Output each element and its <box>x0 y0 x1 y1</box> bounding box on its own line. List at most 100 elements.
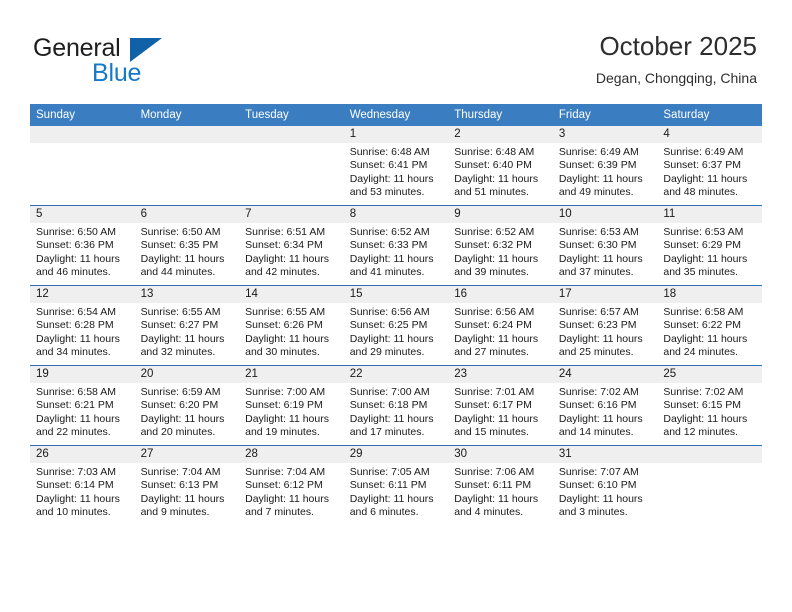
calendar-cell-day-2[interactable]: 2 Sunrise: 6:48 AM Sunset: 6:40 PM Daylight… <box>448 126 553 206</box>
sunset-text: Sunset: 6:34 PM <box>245 239 323 252</box>
calendar-cell-empty[interactable] <box>657 445 762 525</box>
calendar-week-row: 1 Sunrise: 6:48 AM Sunset: 6:41 PM Daylight… <box>30 126 762 206</box>
calendar-body: 1 Sunrise: 6:48 AM Sunset: 6:41 PM Daylight… <box>30 126 762 525</box>
calendar-cell-day-17[interactable]: 17 Sunrise: 6:57 AM Sunset: 6:23 PM Dayligh… <box>552 285 658 366</box>
calendar-cell-day-19[interactable]: 19 Sunrise: 6:58 AM Sunset: 6:21 PM Dayligh… <box>30 365 135 446</box>
calendar-cell-day-7[interactable]: 7 Sunrise: 6:51 AM Sunset: 6:34 PM Daylight… <box>239 205 344 286</box>
sunset-text: Sunset: 6:18 PM <box>349 399 428 412</box>
daylight-text-line1: Daylight: 11 hours <box>663 172 748 185</box>
day-cell: 20 Sunrise: 6:59 AM Sunset: 6:20 PM Dayligh… <box>134 366 240 445</box>
sunrise-text: Sunrise: 7:02 AM <box>558 386 639 398</box>
calendar-header-row: Sunday Monday Tuesday Wednesday Thursday… <box>30 104 762 126</box>
day-sun-info: Sunrise: 7:01 AM Sunset: 6:17 PM Daylight:… <box>448 383 553 440</box>
calendar-cell-day-9[interactable]: 9 Sunrise: 6:52 AM Sunset: 6:32 PM Daylight… <box>448 205 553 286</box>
sunset-text: Sunset: 6:24 PM <box>454 319 532 332</box>
sunrise-text: Sunrise: 6:50 AM <box>36 226 116 238</box>
sunset-text: Sunset: 6:28 PM <box>36 319 114 332</box>
daylight-text-line2: and 10 minutes. <box>36 506 111 519</box>
sunset-text: Sunset: 6:21 PM <box>36 399 114 412</box>
calendar-cell-day-14[interactable]: 14 Sunrise: 6:55 AM Sunset: 6:26 PM Dayligh… <box>239 285 344 366</box>
day-number: 17 <box>552 286 658 303</box>
calendar-cell-day-12[interactable]: 12 Sunrise: 6:54 AM Sunset: 6:28 PM Dayligh… <box>30 285 135 366</box>
calendar-cell-day-8[interactable]: 8 Sunrise: 6:52 AM Sunset: 6:33 PM Daylight… <box>343 205 449 286</box>
day-cell: 18 Sunrise: 6:58 AM Sunset: 6:22 PM Dayligh… <box>657 286 762 365</box>
calendar-cell-day-15[interactable]: 15 Sunrise: 6:56 AM Sunset: 6:25 PM Dayligh… <box>343 285 449 366</box>
day-cell: 28 Sunrise: 7:04 AM Sunset: 6:12 PM Dayligh… <box>239 446 344 525</box>
calendar-cell-day-16[interactable]: 16 Sunrise: 6:56 AM Sunset: 6:24 PM Dayligh… <box>448 285 553 366</box>
day-sun-info: Sunrise: 6:48 AM Sunset: 6:41 PM Daylight:… <box>344 143 449 200</box>
calendar-cell-day-3[interactable]: 3 Sunrise: 6:49 AM Sunset: 6:39 PM Daylight… <box>552 126 658 206</box>
sunrise-text: Sunrise: 6:51 AM <box>245 226 326 238</box>
daylight-text-line1: Daylight: 11 hours <box>663 332 748 345</box>
calendar-cell-day-30[interactable]: 30 Sunrise: 7:06 AM Sunset: 6:11 PM Dayligh… <box>448 445 553 525</box>
calendar-cell-day-21[interactable]: 21 Sunrise: 7:00 AM Sunset: 6:19 PM Dayligh… <box>239 365 344 446</box>
calendar-cell-day-13[interactable]: 13 Sunrise: 6:55 AM Sunset: 6:27 PM Dayligh… <box>134 285 240 366</box>
calendar-cell-day-10[interactable]: 10 Sunrise: 6:53 AM Sunset: 6:30 PM Dayligh… <box>552 205 658 286</box>
daylight-text-line2: and 6 minutes. <box>349 506 419 519</box>
day-number: 25 <box>657 366 762 383</box>
calendar-cell-day-20[interactable]: 20 Sunrise: 6:59 AM Sunset: 6:20 PM Dayligh… <box>134 365 240 446</box>
day-sun-info: Sunrise: 6:56 AM Sunset: 6:25 PM Daylight:… <box>344 303 449 360</box>
sunrise-text: Sunrise: 7:07 AM <box>558 466 639 478</box>
daylight-text-line2: and 27 minutes. <box>454 346 529 359</box>
daylight-text-line2: and 49 minutes. <box>558 186 634 199</box>
sunrise-text: Sunrise: 7:04 AM <box>140 466 221 478</box>
calendar-cell-day-11[interactable]: 11 Sunrise: 6:53 AM Sunset: 6:29 PM Dayligh… <box>657 205 762 286</box>
calendar-cell-day-31[interactable]: 31 Sunrise: 7:07 AM Sunset: 6:10 PM Dayligh… <box>552 445 658 525</box>
daylight-text-line1: Daylight: 11 hours <box>36 332 120 345</box>
calendar-cell-day-29[interactable]: 29 Sunrise: 7:05 AM Sunset: 6:11 PM Dayligh… <box>343 445 449 525</box>
calendar-cell-empty[interactable] <box>239 126 344 206</box>
day-sun-info: Sunrise: 6:53 AM Sunset: 6:30 PM Daylight:… <box>553 223 658 280</box>
daylight-text-line1: Daylight: 11 hours <box>140 332 225 345</box>
empty-day-cell <box>134 126 240 205</box>
day-number: 27 <box>134 446 240 463</box>
calendar-cell-day-4[interactable]: 4 Sunrise: 6:49 AM Sunset: 6:37 PM Daylight… <box>657 126 762 206</box>
sunrise-text: Sunrise: 6:48 AM <box>454 146 535 158</box>
calendar-cell-day-1[interactable]: 1 Sunrise: 6:48 AM Sunset: 6:41 PM Daylight… <box>343 126 449 206</box>
calendar-cell-day-6[interactable]: 6 Sunrise: 6:50 AM Sunset: 6:35 PM Daylight… <box>134 205 240 286</box>
day-sun-info: Sunrise: 6:54 AM Sunset: 6:28 PM Daylight:… <box>30 303 135 360</box>
daylight-text-line1: Daylight: 11 hours <box>349 252 434 265</box>
calendar-cell-empty[interactable] <box>134 126 240 206</box>
calendar-table: Sunday Monday Tuesday Wednesday Thursday… <box>30 104 762 525</box>
sunset-text: Sunset: 6:41 PM <box>349 159 428 172</box>
calendar-cell-day-26[interactable]: 26 Sunrise: 7:03 AM Sunset: 6:14 PM Dayligh… <box>30 445 135 525</box>
day-number: 3 <box>552 126 658 143</box>
calendar-cell-empty[interactable] <box>30 126 135 206</box>
general-blue-logo: General Blue <box>33 34 223 90</box>
day-cell: 15 Sunrise: 6:56 AM Sunset: 6:25 PM Dayligh… <box>343 286 449 365</box>
calendar-week-row: 5 Sunrise: 6:50 AM Sunset: 6:36 PM Daylight… <box>30 205 762 286</box>
calendar-cell-day-18[interactable]: 18 Sunrise: 6:58 AM Sunset: 6:22 PM Dayligh… <box>657 285 762 366</box>
sunset-text: Sunset: 6:19 PM <box>245 399 323 412</box>
calendar-cell-day-23[interactable]: 23 Sunrise: 7:01 AM Sunset: 6:17 PM Dayligh… <box>448 365 553 446</box>
sunrise-text: Sunrise: 6:49 AM <box>663 146 744 158</box>
daylight-text-line1: Daylight: 11 hours <box>454 172 539 185</box>
sunrise-text: Sunrise: 6:56 AM <box>349 306 430 318</box>
calendar-cell-day-24[interactable]: 24 Sunrise: 7:02 AM Sunset: 6:16 PM Dayligh… <box>552 365 658 446</box>
day-cell: 21 Sunrise: 7:00 AM Sunset: 6:19 PM Dayligh… <box>239 366 344 445</box>
daylight-text-line1: Daylight: 11 hours <box>140 492 225 505</box>
sunrise-text: Sunrise: 7:04 AM <box>245 466 326 478</box>
daylight-text-line1: Daylight: 11 hours <box>349 172 434 185</box>
daylight-text-line2: and 3 minutes. <box>558 506 628 519</box>
daylight-text-line1: Daylight: 11 hours <box>454 412 539 425</box>
day-sun-info: Sunrise: 6:56 AM Sunset: 6:24 PM Daylight:… <box>448 303 553 360</box>
daylight-text-line2: and 29 minutes. <box>349 346 425 359</box>
calendar-cell-day-22[interactable]: 22 Sunrise: 7:00 AM Sunset: 6:18 PM Dayligh… <box>343 365 449 446</box>
day-cell: 25 Sunrise: 7:02 AM Sunset: 6:15 PM Dayligh… <box>657 366 762 445</box>
calendar-cell-day-28[interactable]: 28 Sunrise: 7:04 AM Sunset: 6:12 PM Dayligh… <box>239 445 344 525</box>
sunset-text: Sunset: 6:12 PM <box>245 479 323 492</box>
day-cell: 24 Sunrise: 7:02 AM Sunset: 6:16 PM Dayligh… <box>552 366 658 445</box>
calendar-cell-day-25[interactable]: 25 Sunrise: 7:02 AM Sunset: 6:15 PM Dayligh… <box>657 365 762 446</box>
day-cell: 3 Sunrise: 6:49 AM Sunset: 6:39 PM Daylight… <box>552 126 658 205</box>
daylight-text-line1: Daylight: 11 hours <box>454 252 539 265</box>
daylight-text-line1: Daylight: 11 hours <box>245 252 329 265</box>
day-sun-info: Sunrise: 7:02 AM Sunset: 6:16 PM Daylight:… <box>553 383 658 440</box>
day-cell: 12 Sunrise: 6:54 AM Sunset: 6:28 PM Dayligh… <box>30 286 135 365</box>
day-cell: 7 Sunrise: 6:51 AM Sunset: 6:34 PM Daylight… <box>239 206 344 285</box>
daylight-text-line1: Daylight: 11 hours <box>349 412 434 425</box>
daylight-text-line2: and 4 minutes. <box>454 506 524 519</box>
calendar-cell-day-5[interactable]: 5 Sunrise: 6:50 AM Sunset: 6:36 PM Daylight… <box>30 205 135 286</box>
day-number: 6 <box>134 206 240 223</box>
calendar-cell-day-27[interactable]: 27 Sunrise: 7:04 AM Sunset: 6:13 PM Dayligh… <box>134 445 240 525</box>
